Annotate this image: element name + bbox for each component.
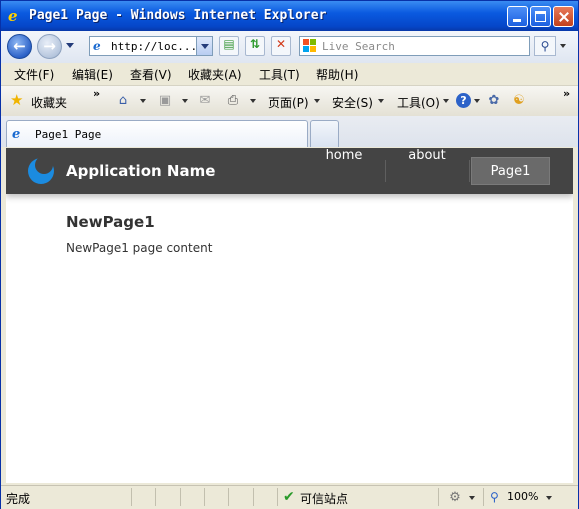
menu-file[interactable]: 文件(F)	[14, 66, 54, 83]
forward-button[interactable]: →	[37, 34, 62, 59]
home-dropdown[interactable]	[140, 99, 146, 103]
back-button[interactable]: ←	[7, 34, 32, 59]
trusted-checkmark-icon: ✔	[283, 489, 295, 505]
app-logo-icon[interactable]	[28, 156, 54, 184]
search-icon: ⚲	[540, 39, 550, 53]
new-tab-button[interactable]	[310, 120, 339, 147]
search-options-dropdown[interactable]	[557, 36, 571, 56]
favorites-star-icon: ★	[10, 91, 24, 109]
search-placeholder: Live Search	[322, 40, 395, 53]
print-dropdown[interactable]	[250, 99, 256, 103]
status-divider	[155, 488, 156, 506]
status-text: 完成	[6, 492, 31, 506]
status-divider	[483, 488, 484, 506]
recent-pages-dropdown[interactable]	[66, 43, 74, 48]
home-icon[interactable]: ⌂	[115, 93, 131, 109]
read-mail-icon[interactable]: ✉	[197, 93, 213, 109]
messenger-icon[interactable]: ☯	[511, 93, 527, 109]
feeds-icon[interactable]: ▣	[157, 93, 173, 109]
tab-bar: e Page1 Page	[1, 116, 578, 147]
menu-bar: 文件(F) 编辑(E) 查看(V) 收藏夹(A) 工具(T) 帮助(H)	[1, 63, 578, 86]
status-divider	[180, 488, 181, 506]
safety-menu-button[interactable]: 安全(S)	[332, 94, 373, 111]
zoom-dropdown[interactable]	[546, 496, 552, 500]
ie-logo-icon: e	[8, 7, 18, 25]
menu-view[interactable]: 查看(V)	[130, 66, 172, 83]
status-divider	[131, 488, 132, 506]
app-name[interactable]: Application Name	[66, 162, 215, 180]
command-bar: ★ 收藏夹 » ⌂ ▣ ✉ ⎙ 页面(P) 安全(S) 工具(O) ? ✿ ☯ …	[1, 86, 578, 116]
close-button[interactable]	[553, 6, 574, 27]
status-divider	[277, 488, 278, 506]
nav-about[interactable]: about	[394, 148, 460, 194]
research-icon[interactable]: ✿	[486, 93, 502, 109]
address-toolbar: ← → e http://loc... ▤ ⇅ ✕ Live Search ⚲	[1, 31, 578, 63]
tools-menu-button[interactable]: 工具(O)	[397, 94, 440, 111]
nav-divider	[385, 160, 386, 182]
help-icon[interactable]: ?	[456, 93, 471, 108]
minimize-button[interactable]	[507, 6, 528, 27]
web-content: Application Name home about Page1 NewPag…	[6, 148, 573, 483]
chevron-more-right-icon[interactable]: »	[563, 87, 570, 100]
nav-home[interactable]: home	[311, 148, 377, 194]
address-text: http://loc...	[111, 40, 198, 53]
help-dropdown[interactable]	[474, 99, 480, 103]
tools-dropdown	[443, 99, 449, 103]
print-icon[interactable]: ⎙	[225, 93, 241, 109]
arrow-right-icon: →	[43, 37, 56, 55]
tab-title: Page1 Page	[35, 128, 102, 141]
window-title: Page1 Page - Windows Internet Explorer	[29, 8, 327, 23]
status-divider	[228, 488, 229, 506]
safety-dropdown	[378, 99, 384, 103]
protected-mode-icon[interactable]: ⚙	[447, 490, 463, 506]
tab-page1[interactable]: e Page1 Page	[6, 120, 308, 147]
search-input[interactable]: Live Search	[299, 36, 530, 56]
arrow-left-icon: ←	[13, 37, 26, 55]
zoom-level[interactable]: 100%	[507, 490, 538, 503]
search-button[interactable]: ⚲	[534, 36, 556, 56]
title-bar: e Page1 Page - Windows Internet Explorer	[1, 1, 578, 31]
maximize-button[interactable]	[530, 6, 551, 27]
menu-edit[interactable]: 编辑(E)	[72, 66, 113, 83]
menu-tools[interactable]: 工具(T)	[259, 66, 300, 83]
address-dropdown-button[interactable]	[196, 36, 213, 56]
status-bar: 完成 ✔ 可信站点 ⚙ ⚲ 100%	[1, 485, 578, 509]
menu-help[interactable]: 帮助(H)	[316, 66, 358, 83]
status-divider	[253, 488, 254, 506]
status-divider	[204, 488, 205, 506]
feeds-dropdown[interactable]	[182, 99, 188, 103]
favorites-button[interactable]: 收藏夹	[31, 94, 67, 111]
stop-button[interactable]: ✕	[271, 36, 291, 56]
page-title: NewPage1	[66, 213, 155, 231]
refresh-button[interactable]: ⇅	[245, 36, 265, 56]
status-divider	[438, 488, 439, 506]
address-input[interactable]: e http://loc...	[89, 36, 213, 56]
security-zone[interactable]: 可信站点	[300, 490, 348, 507]
chevron-more-icon[interactable]: »	[93, 87, 100, 100]
protected-mode-dropdown[interactable]	[469, 496, 475, 500]
page-dropdown	[314, 99, 320, 103]
page-content: NewPage1 page content	[66, 241, 213, 255]
page-menu-button[interactable]: 页面(P)	[268, 94, 309, 111]
browser-window: e Page1 Page - Windows Internet Explorer…	[0, 0, 579, 509]
zoom-icon: ⚲	[490, 490, 499, 504]
nav-page1[interactable]: Page1	[471, 157, 550, 185]
compatibility-view-button[interactable]: ▤	[219, 36, 239, 56]
page-icon: e	[93, 39, 101, 53]
windows-logo-icon	[303, 39, 317, 53]
app-header: Application Name home about Page1	[6, 148, 573, 194]
nav-divider	[469, 160, 470, 182]
ie-page-icon: e	[12, 127, 21, 142]
menu-favorites[interactable]: 收藏夹(A)	[188, 66, 242, 83]
